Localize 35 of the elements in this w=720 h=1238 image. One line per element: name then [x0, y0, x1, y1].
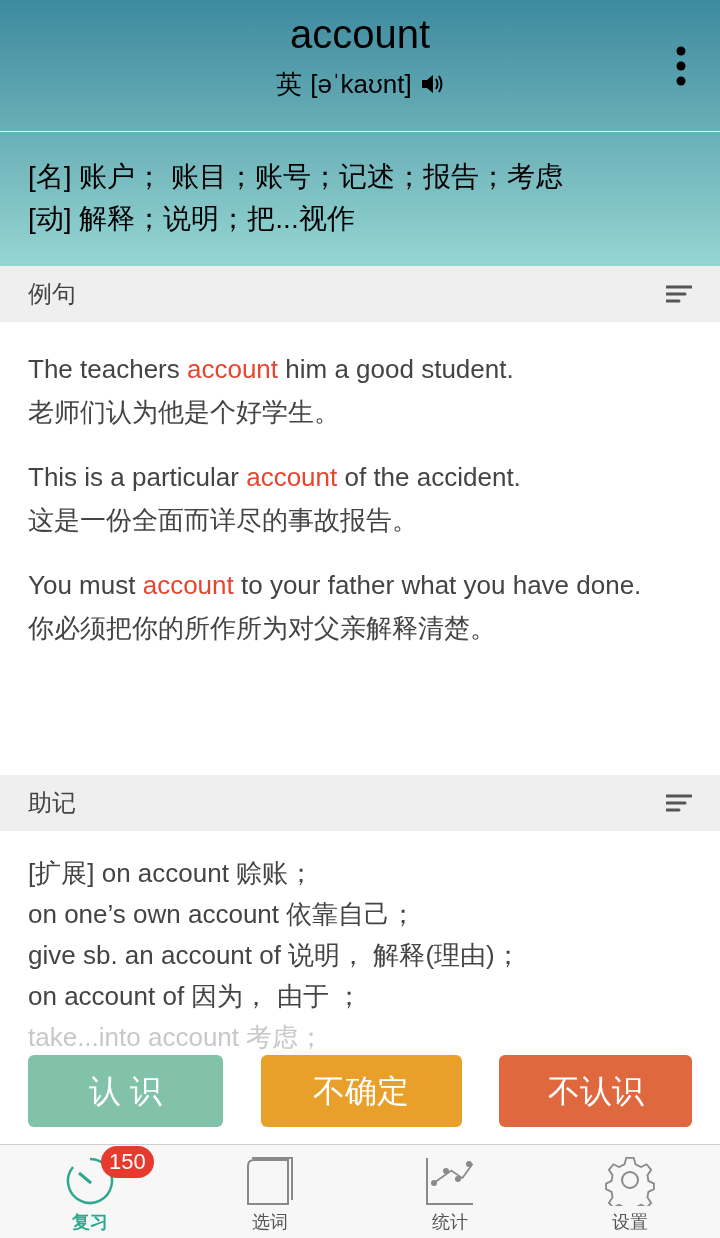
example-sentence: The teachers account him a good student.	[28, 353, 515, 386]
answer-button[interactable]: 不确定	[260, 1055, 462, 1127]
tab-item[interactable]: 设置	[540, 1145, 720, 1238]
translation-text: 你必须把你的所作所为对父亲解释清楚。	[28, 612, 497, 645]
count-badge: 150	[101, 1146, 154, 1178]
headword: account	[289, 11, 431, 58]
definition-text: [名] 账户； 账目；账号；记述；报告；考虑	[28, 160, 565, 194]
chart-icon	[425, 1156, 475, 1206]
note-line: [扩展] on account 赊账；	[28, 857, 316, 890]
book-icon	[246, 1156, 294, 1206]
note-line: on one’s own account 依靠自己；	[28, 898, 418, 931]
answer-button[interactable]: 不认识	[499, 1055, 692, 1127]
note-line: give sb. an account of 说明， 解释(理由)；	[28, 939, 522, 972]
tab-item[interactable]: 选词	[180, 1145, 360, 1238]
translation-text: 老师们认为他是个好学生。	[28, 396, 341, 429]
sort-icon[interactable]	[666, 794, 692, 812]
sort-icon[interactable]	[666, 285, 692, 303]
translation-text: 这是一份全面而详尽的事故报告。	[28, 504, 419, 537]
speaker-icon[interactable]	[419, 73, 444, 95]
tab-label: 复习	[72, 1211, 108, 1234]
section-title: 助记	[28, 788, 76, 818]
settings-icon	[605, 1156, 655, 1206]
tab-label: 选词	[252, 1211, 288, 1234]
example-sentence: This is a particular account of the accident.	[28, 461, 522, 494]
tab-item[interactable]: 统计	[360, 1145, 540, 1238]
note-line: on account of 因为， 由于 ；	[28, 980, 363, 1013]
tab-label: 统计	[432, 1211, 468, 1234]
definition-text: [动] 解释；说明；把...视作	[28, 202, 356, 236]
phonetic-text: [əˈkaʊnt]	[310, 68, 412, 100]
section-title: 例句	[28, 279, 76, 309]
example-sentence: You must account to your father what you have done.	[28, 569, 643, 602]
more-icon[interactable]	[676, 46, 686, 86]
tab-item[interactable]: 150 复习	[0, 1145, 180, 1238]
tab-label: 设置	[612, 1211, 648, 1234]
accent-label: 英	[276, 68, 303, 100]
